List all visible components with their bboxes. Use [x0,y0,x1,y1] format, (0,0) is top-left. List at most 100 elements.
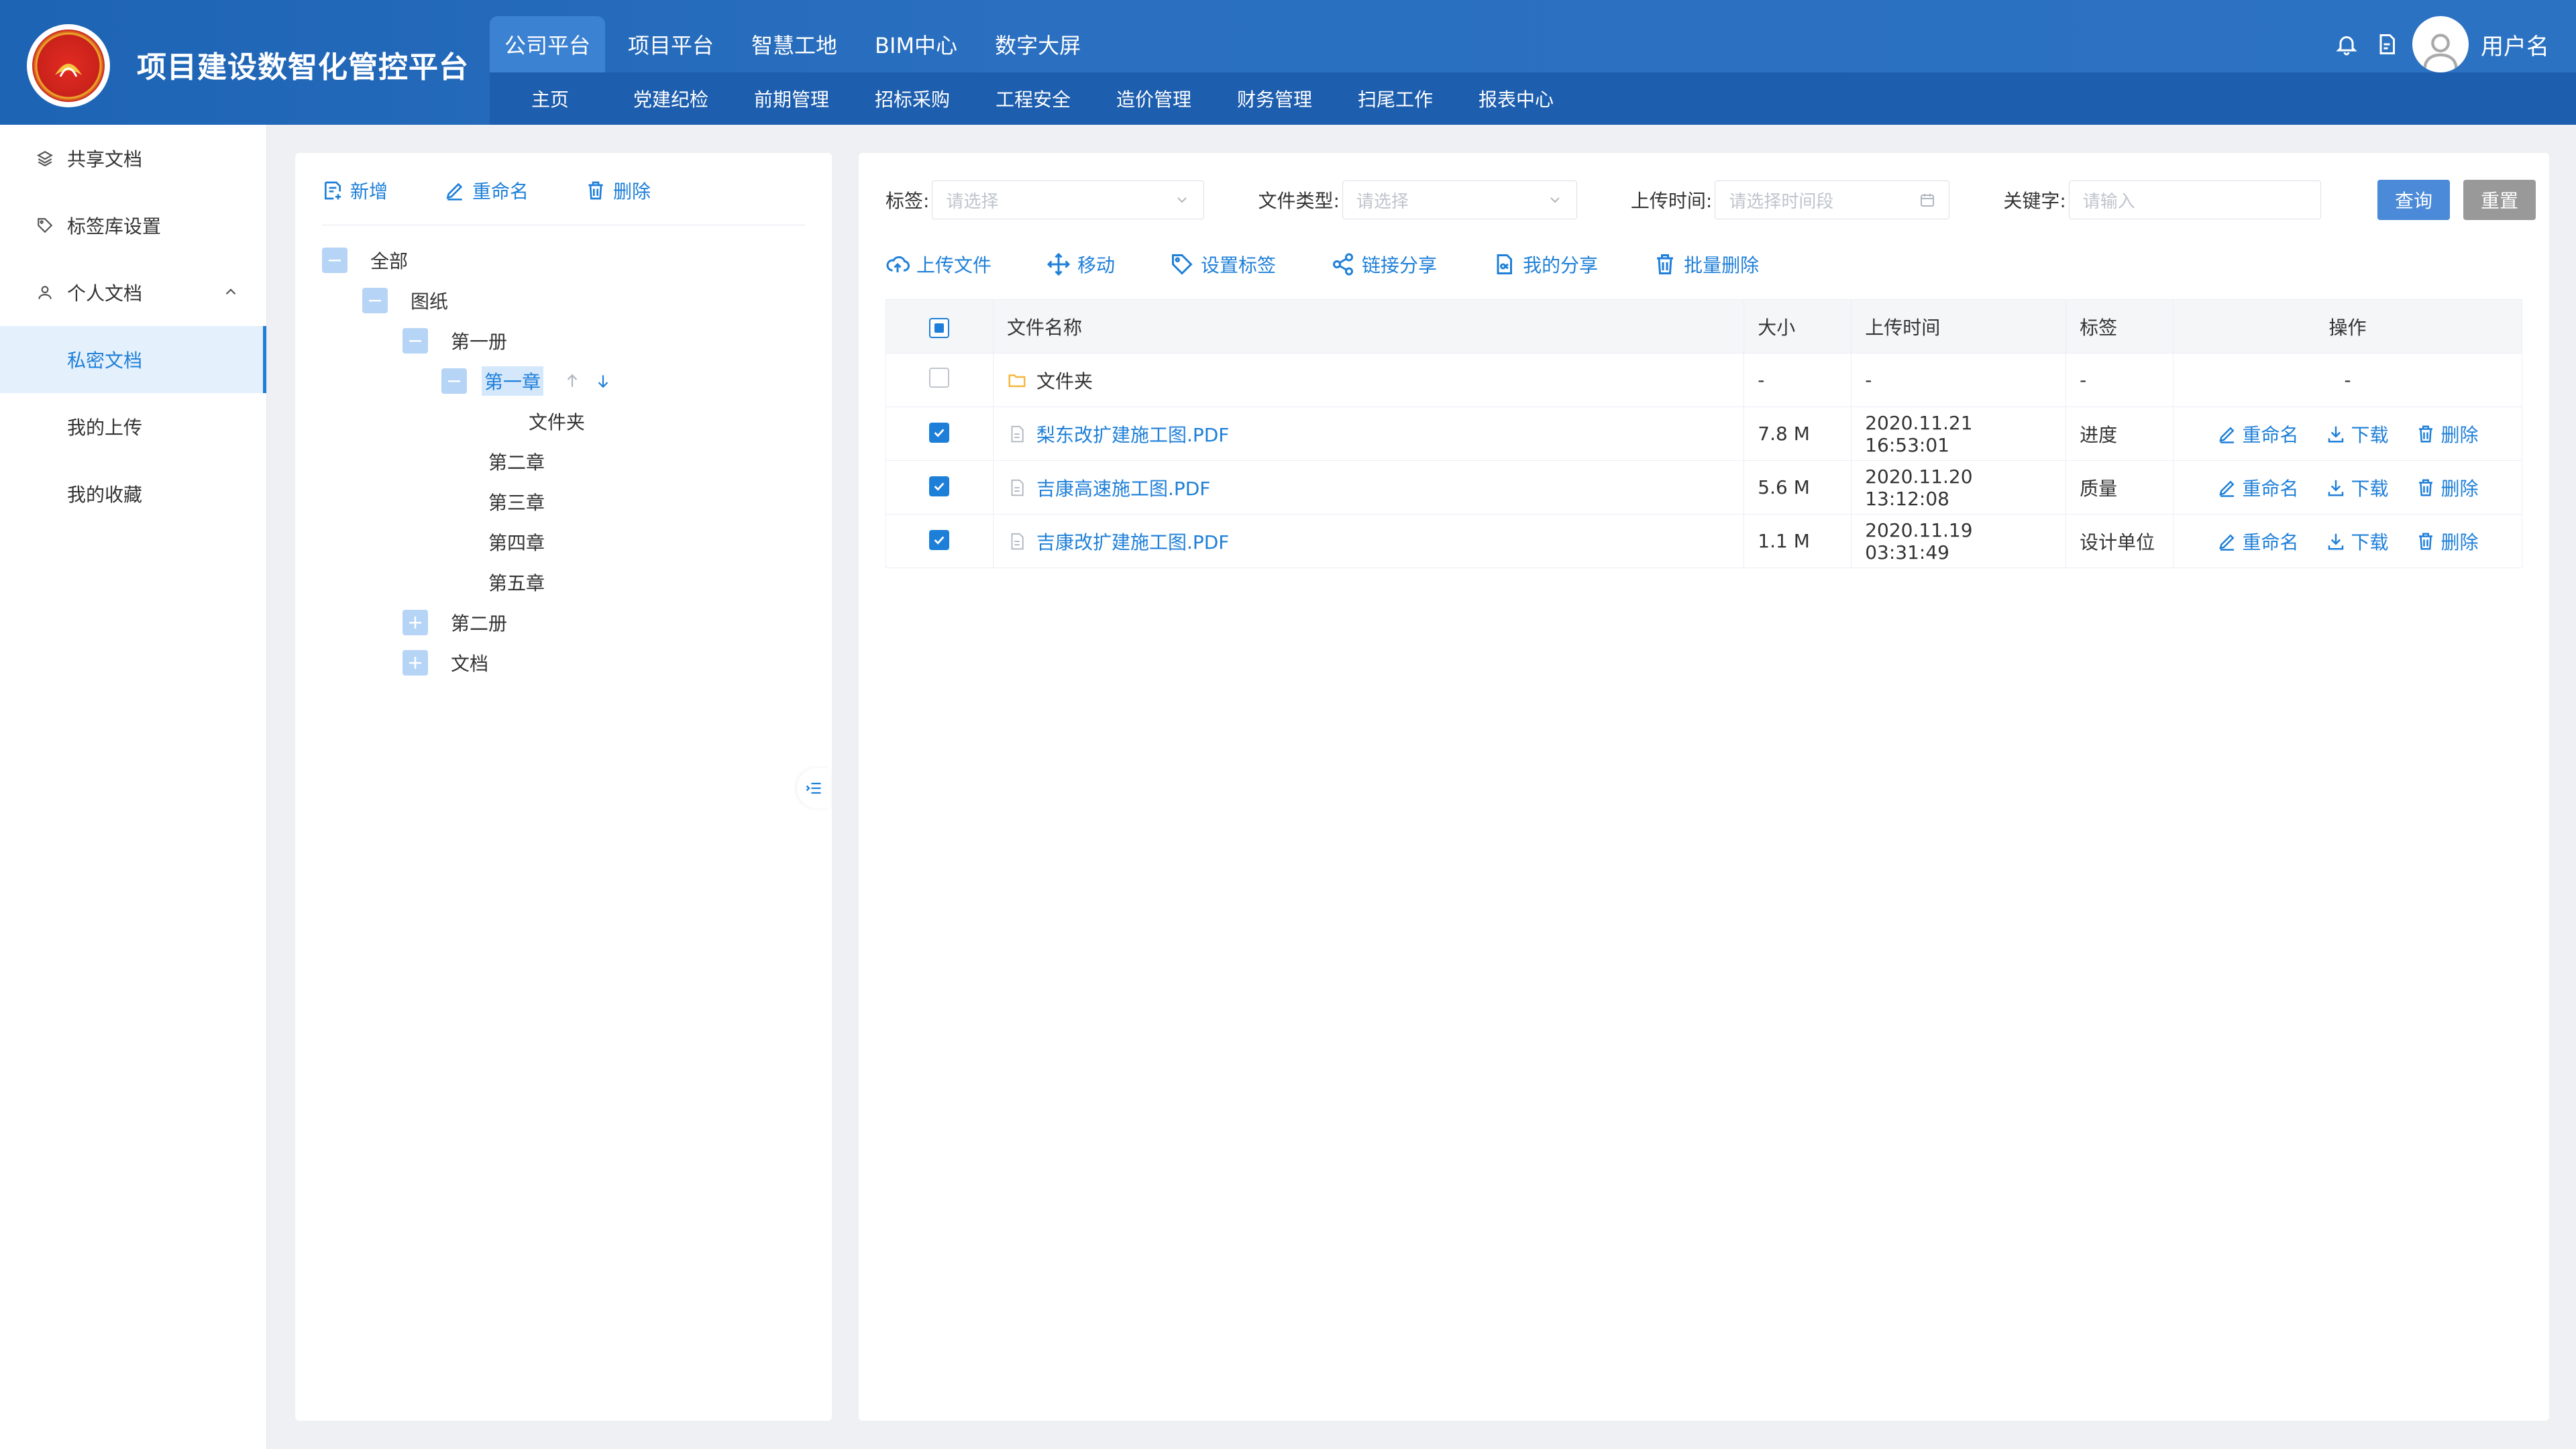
subnav-preliminary[interactable]: 前期管理 [731,85,852,112]
table-row[interactable]: 吉康改扩建施工图.PDF 1.1 M 2020.11.19 03:31:49 设… [885,514,2522,568]
tree-node-ch3[interactable]: 第三章 [486,484,547,519]
rename-button[interactable]: 重命名 [2217,474,2299,501]
edit-icon [2218,480,2235,497]
tree-node-ch2[interactable]: 第二章 [486,444,547,479]
upload-time-picker[interactable]: 请选择时间段 [1715,180,1950,219]
download-button[interactable]: 下载 [2326,474,2389,501]
tree-node-ch4[interactable]: 第四章 [486,525,547,559]
file-name[interactable]: 吉康高速施工图.PDF [1036,474,1210,501]
subnav-safety[interactable]: 工程安全 [973,85,1093,112]
table-row[interactable]: 梨东改扩建施工图.PDF 7.8 M 2020.11.21 16:53:01 进… [885,407,2522,461]
tag-select[interactable]: 请选择 [932,180,1205,219]
tree-node-ch1[interactable]: 第一章 [441,364,612,398]
tab-bim-center[interactable]: BIM中心 [860,16,972,72]
sidebar-item-label: 共享文档 [67,148,143,170]
bell-icon[interactable] [2332,30,2361,59]
subnav-cost[interactable]: 造价管理 [1093,85,1214,112]
download-button[interactable]: 下载 [2326,421,2389,447]
reset-button[interactable]: 重置 [2463,180,2536,220]
tree-node-drawings[interactable]: 图纸 [362,283,451,318]
rename-button[interactable]: 重命名 [2217,528,2299,555]
file-time: - [1851,353,2067,407]
sidebar-item-shared-docs[interactable]: 共享文档 [0,125,266,192]
query-button[interactable]: 查询 [2377,180,2450,220]
delete-button[interactable]: 删除 [2416,528,2479,555]
collapse-icon[interactable] [441,368,467,394]
subnav-finance[interactable]: 财务管理 [1214,85,1335,112]
header-user-area: 用户名 [2321,16,2549,72]
tree-node-all[interactable]: 全部 [322,243,411,278]
subnav-party[interactable]: 党建纪检 [610,85,731,112]
file-name[interactable]: 吉康改扩建施工图.PDF [1036,528,1229,555]
subnav-home[interactable]: 主页 [490,85,610,112]
sidebar-item-personal-docs[interactable]: 个人文档 [0,259,266,326]
collapse-icon[interactable] [322,248,347,273]
file-type-select[interactable]: 请选择 [1342,180,1577,219]
keyword-input[interactable]: 请输入 [2068,180,2321,219]
sidebar-item-label: 私密文档 [67,350,143,372]
file-icon [1011,479,1024,496]
tree-node-vol1[interactable]: 第一册 [402,323,510,358]
time-filter-label: 上传时间: [1630,190,1713,212]
avatar[interactable] [2412,16,2469,72]
sidebar-item-my-uploads[interactable]: 我的上传 [0,393,266,460]
collapse-icon[interactable] [362,288,388,313]
keyword-filter-label: 关键字: [2003,190,2066,212]
delete-button[interactable]: 删除 [2416,421,2479,447]
chevron-up-icon[interactable] [222,283,239,305]
file-size: 1.1 M [1743,514,1852,568]
document-check-icon[interactable] [2372,30,2402,59]
tree-delete-button[interactable]: 删除 [585,177,651,204]
sidebar-item-private-docs[interactable]: 私密文档 [0,326,266,393]
table-row[interactable]: 文件夹 - - - - [885,353,2522,407]
top-nav: 公司平台 项目平台 智慧工地 BIM中心 数字大屏 [490,16,1104,72]
my-share-button[interactable]: 我的分享 [1492,251,1598,278]
arrow-up-icon[interactable] [564,372,581,390]
expand-icon[interactable] [402,610,428,635]
arrow-down-icon[interactable] [594,372,612,390]
file-name[interactable]: 梨东改扩建施工图.PDF [1036,421,1229,447]
row-checkbox[interactable] [929,476,950,496]
row-checkbox[interactable] [929,423,950,443]
trash-icon [588,181,603,200]
table-row[interactable]: 吉康高速施工图.PDF 5.6 M 2020.11.20 13:12:08 质量… [885,460,2522,515]
upload-file-button[interactable]: 上传文件 [885,251,991,278]
link-share-button[interactable]: 链接分享 [1331,251,1437,278]
tree-rename-button[interactable]: 重命名 [444,177,529,204]
tab-project-platform[interactable]: 项目平台 [613,16,729,72]
username[interactable]: 用户名 [2481,28,2549,61]
download-button[interactable]: 下载 [2326,528,2389,555]
batch-delete-button[interactable]: 批量删除 [1653,251,1759,278]
sidebar-item-my-favorites[interactable]: 我的收藏 [0,460,266,527]
file-name[interactable]: 文件夹 [1036,367,1093,394]
tag-filter-label: 标签: [885,190,930,212]
file-size: - [1743,353,1852,407]
subnav-bidding[interactable]: 招标采购 [852,85,973,112]
select-all-checkbox[interactable] [929,317,950,338]
sidebar-item-tag-settings[interactable]: 标签库设置 [0,192,266,259]
tree-add-button[interactable]: 新增 [322,177,388,204]
tree-node-docs[interactable]: 文档 [402,645,491,680]
row-checkbox[interactable] [929,530,950,550]
file-time: 2020.11.20 13:12:08 [1851,460,2067,515]
share-icon [1333,253,1354,276]
row-checkbox[interactable] [929,368,950,388]
delete-button[interactable]: 删除 [2416,474,2479,501]
tree-node-folder[interactable]: 文件夹 [526,404,588,439]
tab-smart-site[interactable]: 智慧工地 [737,16,852,72]
tree-node-vol2[interactable]: 第二册 [402,605,510,640]
subnav-closing[interactable]: 扫尾工作 [1335,85,1456,112]
tab-digital-screen[interactable]: 数字大屏 [980,16,1095,72]
expand-icon[interactable] [402,650,428,676]
tab-company-platform[interactable]: 公司平台 [490,16,606,72]
download-icon [2328,533,2343,549]
layers-icon [35,148,55,168]
subnav-reports[interactable]: 报表中心 [1456,85,1576,112]
collapse-icon[interactable] [402,328,428,354]
file-ops: - [2173,353,2522,407]
move-button[interactable]: 移动 [1046,251,1115,278]
tree-node-ch5[interactable]: 第五章 [486,565,547,600]
list-indent-icon [806,782,821,794]
set-tag-button[interactable]: 设置标签 [1170,251,1276,278]
rename-button[interactable]: 重命名 [2217,421,2299,447]
